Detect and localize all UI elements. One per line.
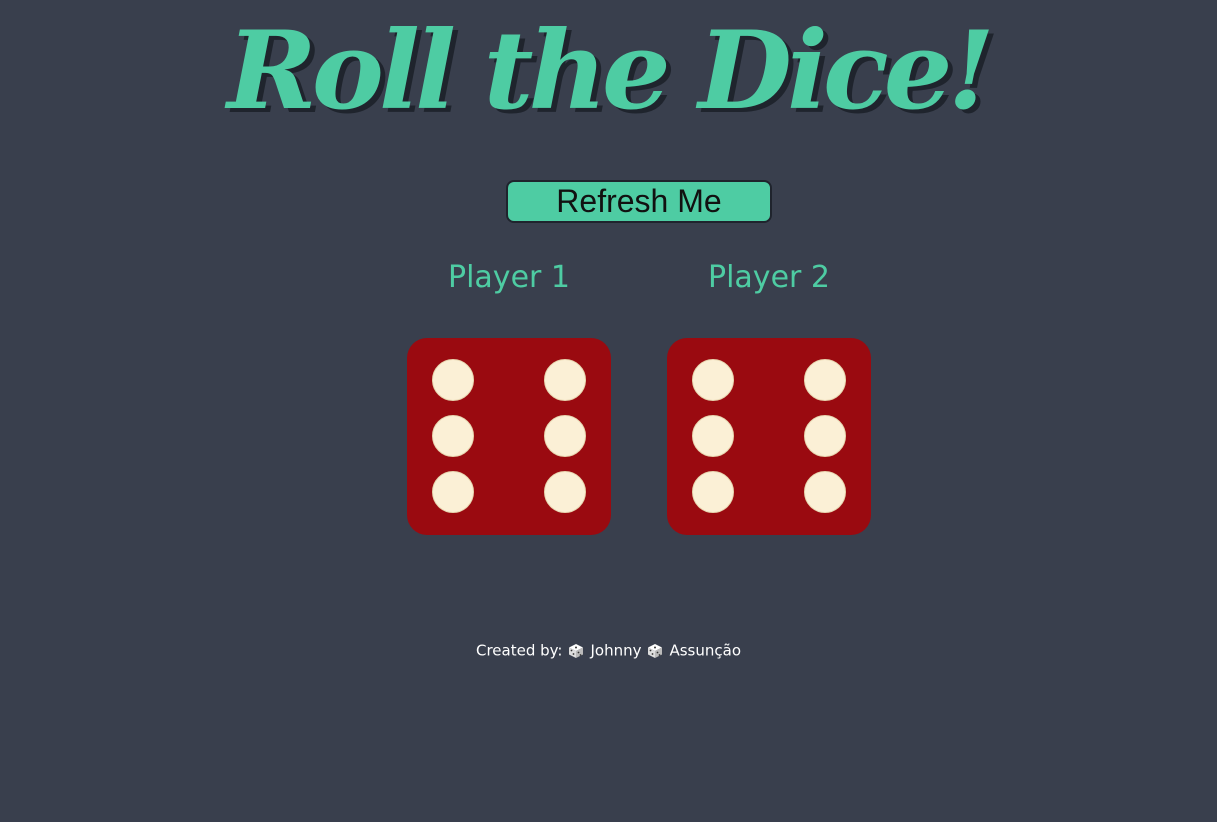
footer-first-name: Johnny: [590, 641, 642, 660]
dice-icon: [648, 643, 663, 658]
page-title: Roll the Dice!: [227, 8, 995, 134]
die-pip: [432, 471, 474, 513]
dice-icon: [569, 643, 584, 658]
die-pip: [692, 359, 734, 401]
die-pip: [804, 471, 846, 513]
die-pip: [544, 359, 586, 401]
player-2-label: Player 2: [708, 260, 830, 295]
player-2-die: [667, 338, 871, 535]
player-1-die: [407, 338, 611, 535]
player-1-label: Player 1: [448, 260, 570, 295]
die-pip: [692, 415, 734, 457]
die-pip: [804, 415, 846, 457]
refresh-button[interactable]: Refresh Me: [506, 180, 772, 223]
die-pip: [692, 471, 734, 513]
die-pip: [544, 471, 586, 513]
die-pip: [804, 359, 846, 401]
die-pip: [544, 415, 586, 457]
footer-credit: Created by: Johnny Assunção: [0, 637, 1217, 664]
footer-prefix: Created by:: [475, 641, 563, 660]
die-pip: [432, 415, 474, 457]
footer-last-name: Assunção: [669, 641, 742, 660]
die-pip: [432, 359, 474, 401]
